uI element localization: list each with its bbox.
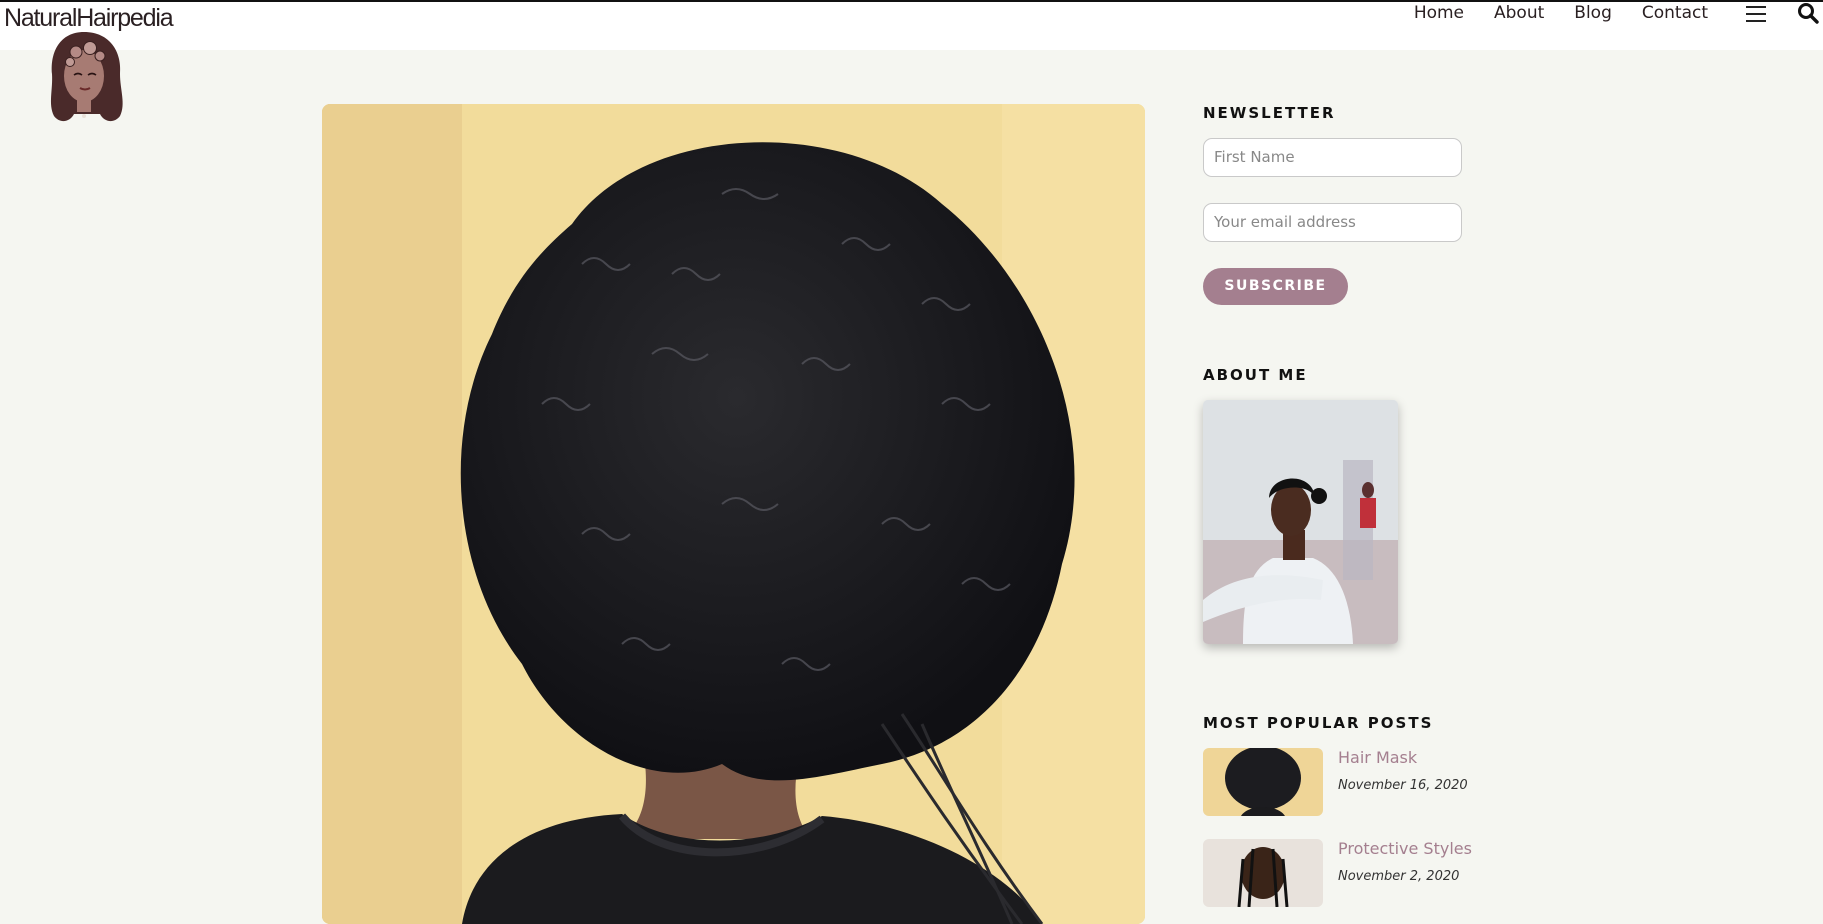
nav-contact[interactable]: Contact: [1642, 2, 1708, 23]
post-thumbnail[interactable]: [1203, 748, 1323, 816]
search-icon[interactable]: [1797, 2, 1819, 24]
about-me-title: ABOUT ME: [1203, 366, 1308, 384]
post-title[interactable]: Protective Styles: [1338, 839, 1472, 858]
curly-hair-illustration: [322, 104, 1145, 924]
most-popular-title: MOST POPULAR POSTS: [1203, 714, 1434, 732]
about-me-photo: [1203, 400, 1398, 644]
popular-post-item[interactable]: Protective Styles November 2, 2020: [1203, 839, 1503, 909]
post-date: November 16, 2020: [1338, 778, 1468, 793]
first-name-field[interactable]: First Name: [1203, 138, 1462, 177]
hero-photo: [322, 104, 1145, 924]
nav-blog[interactable]: Blog: [1574, 2, 1612, 23]
nav-home[interactable]: Home: [1414, 2, 1464, 23]
site-header: NaturalHairpedia Home About Blog Contact: [0, 0, 1823, 50]
email-field[interactable]: Your email address: [1203, 203, 1462, 242]
post-date: November 2, 2020: [1338, 869, 1460, 884]
main-nav: Home About Blog Contact: [1414, 2, 1708, 23]
post-thumbnail[interactable]: [1203, 839, 1323, 907]
nav-about[interactable]: About: [1494, 2, 1544, 23]
hamburger-menu-icon[interactable]: [1746, 6, 1766, 22]
popular-post-item[interactable]: Hair Mask November 16, 2020: [1203, 748, 1503, 818]
post-title[interactable]: Hair Mask: [1338, 748, 1417, 767]
newsletter-title: NEWSLETTER: [1203, 104, 1336, 122]
subscribe-button[interactable]: SUBSCRIBE: [1203, 268, 1348, 305]
woman-with-flowers-logo[interactable]: [44, 26, 130, 130]
